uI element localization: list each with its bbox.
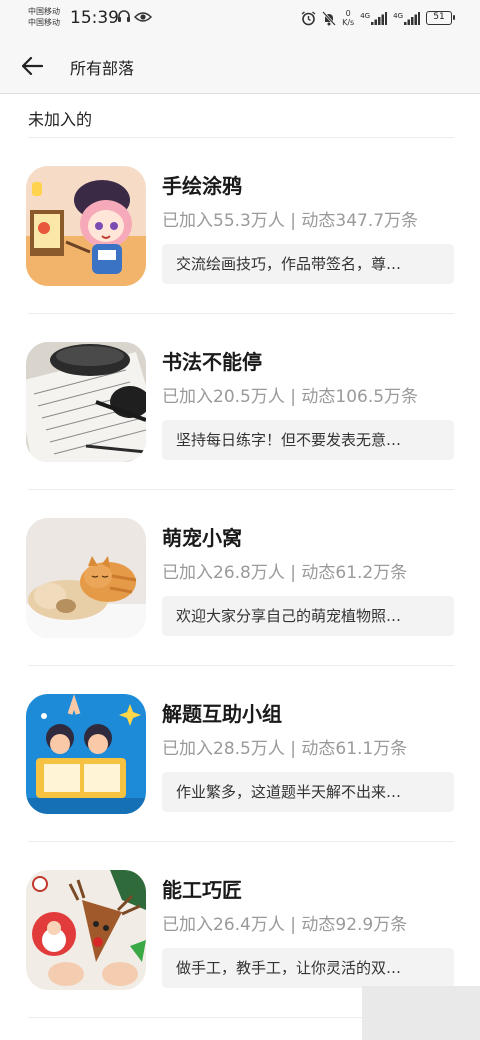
tribe-thumbnail bbox=[26, 342, 146, 462]
tribe-item[interactable]: 手绘涂鸦 已加入55.3万人 | 动态347.7万条 交流绘画技巧，作品带签名，… bbox=[0, 138, 480, 314]
tribe-description: 交流绘画技巧，作品带签名，尊… bbox=[162, 244, 454, 284]
doodle-artist-image bbox=[26, 166, 146, 286]
alarm-icon bbox=[301, 10, 316, 25]
carrier-labels: 中国移动 中国移动 bbox=[28, 6, 60, 28]
network-type-2: 4G bbox=[393, 11, 403, 20]
battery-icon: 51 bbox=[426, 11, 455, 25]
signal-1: 4G bbox=[360, 11, 388, 25]
tribe-item[interactable]: 萌宠小窝 已加入26.8万人 | 动态61.2万条 欢迎大家分享自己的萌宠植物照… bbox=[0, 490, 480, 666]
tribe-thumbnail bbox=[26, 870, 146, 990]
tribe-name: 手绘涂鸦 bbox=[162, 174, 242, 198]
tribe-name: 书法不能停 bbox=[162, 350, 262, 374]
back-button[interactable] bbox=[18, 52, 46, 80]
status-time: 15:39 bbox=[70, 8, 119, 28]
status-icons: 0 K/s 4G 4G 51 bbox=[301, 8, 455, 28]
pets-image bbox=[26, 518, 146, 638]
carrier-2: 中国移动 bbox=[28, 18, 60, 27]
calligraphy-image bbox=[26, 342, 146, 462]
nav-bar: 所有部落 bbox=[0, 36, 480, 94]
tribe-thumbnail bbox=[26, 518, 146, 638]
tribe-item[interactable]: 解题互助小组 已加入28.5万人 | 动态61.1万条 作业繁多，这道题半天解不… bbox=[0, 666, 480, 842]
headset-icon bbox=[118, 10, 130, 22]
tribe-stats: 已加入28.5万人 | 动态61.1万条 bbox=[162, 739, 408, 759]
watermark-overlay bbox=[362, 986, 480, 1040]
net-speed-value: 0 bbox=[345, 9, 351, 18]
tribe-description: 做手工，教手工，让你灵活的双… bbox=[162, 948, 454, 988]
tribe-name: 萌宠小窝 bbox=[162, 526, 242, 550]
signal-2: 4G bbox=[393, 11, 420, 25]
bell-off-icon bbox=[322, 10, 336, 26]
eye-icon bbox=[134, 12, 152, 22]
signal-icon bbox=[371, 11, 388, 25]
crafts-image bbox=[26, 870, 146, 990]
tribe-stats: 已加入26.8万人 | 动态61.2万条 bbox=[162, 563, 408, 583]
tribe-stats: 已加入20.5万人 | 动态106.5万条 bbox=[162, 387, 419, 407]
page-title: 所有部落 bbox=[70, 59, 135, 78]
tribe-thumbnail bbox=[26, 166, 146, 286]
section-title: 未加入的 bbox=[28, 110, 93, 129]
tribe-description: 欢迎大家分享自己的萌宠植物照… bbox=[162, 596, 454, 636]
tribe-item[interactable]: 书法不能停 已加入20.5万人 | 动态106.5万条 坚持每日练字！但不要发表… bbox=[0, 314, 480, 490]
tribe-thumbnail bbox=[26, 694, 146, 814]
tribe-stats: 已加入55.3万人 | 动态347.7万条 bbox=[162, 211, 419, 231]
tribe-description: 坚持每日练字！但不要发表无意… bbox=[162, 420, 454, 460]
tribe-stats: 已加入26.4万人 | 动态92.9万条 bbox=[162, 915, 408, 935]
study-group-image bbox=[26, 694, 146, 814]
net-speed: 0 K/s bbox=[342, 9, 354, 27]
tribe-name: 能工巧匠 bbox=[162, 878, 242, 902]
signal-icon bbox=[404, 11, 420, 25]
carrier-1: 中国移动 bbox=[28, 7, 60, 16]
status-bar: 中国移动 中国移动 15:39 0 K/s 4G 4G 51 bbox=[0, 0, 480, 36]
tribe-name: 解题互助小组 bbox=[162, 702, 282, 726]
network-type-1: 4G bbox=[360, 11, 371, 20]
tribe-description: 作业繁多，这道题半天解不出来… bbox=[162, 772, 454, 812]
arrow-left-icon bbox=[21, 57, 43, 75]
net-speed-unit: K/s bbox=[342, 18, 355, 27]
